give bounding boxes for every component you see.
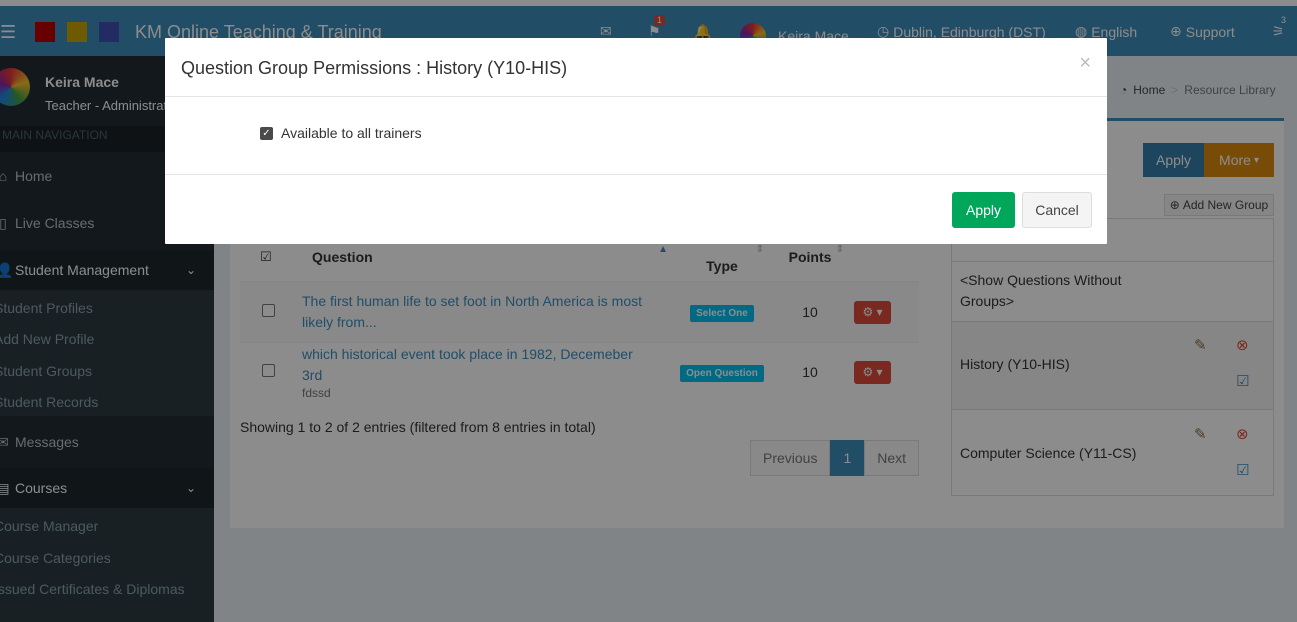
- modal-header: Question Group Permissions : History (Y1…: [165, 38, 1107, 97]
- permissions-modal: Question Group Permissions : History (Y1…: [165, 38, 1107, 244]
- modal-title: Question Group Permissions : History (Y1…: [181, 58, 568, 78]
- checkbox-label: Available to all trainers: [281, 125, 422, 141]
- close-icon[interactable]: ×: [1079, 52, 1091, 75]
- available-to-all-trainers-checkbox[interactable]: ✓: [260, 126, 273, 140]
- available-to-all-trainers-option[interactable]: ✓ Available to all trainers: [260, 125, 422, 141]
- modal-body: ✓ Available to all trainers: [165, 97, 1107, 175]
- modal-cancel-button[interactable]: Cancel: [1022, 192, 1092, 228]
- modal-apply-button[interactable]: Apply: [952, 192, 1015, 228]
